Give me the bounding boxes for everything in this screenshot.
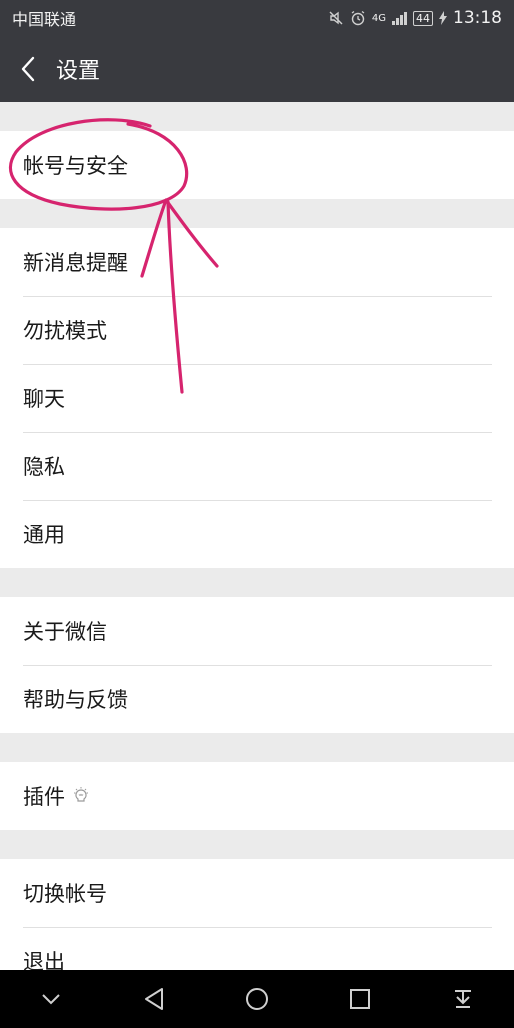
circle-home-icon bbox=[245, 988, 268, 1010]
settings-item-label: 关于微信 bbox=[23, 620, 107, 644]
settings-item-privacy[interactable]: 隐私 bbox=[0, 432, 514, 500]
settings-item-label: 新消息提醒 bbox=[23, 251, 128, 275]
section-gap bbox=[0, 199, 514, 228]
lightbulb-icon bbox=[73, 787, 89, 805]
group-general: 新消息提醒 勿扰模式 聊天 隐私 通用 bbox=[0, 228, 514, 568]
square-recents-icon bbox=[349, 989, 370, 1009]
back-button[interactable] bbox=[0, 36, 56, 102]
recents-button[interactable] bbox=[336, 975, 384, 1023]
settings-item-label: 插件 bbox=[23, 785, 65, 809]
alarm-icon bbox=[350, 10, 366, 26]
settings-item-label: 隐私 bbox=[23, 455, 65, 479]
signal-icon bbox=[392, 11, 407, 25]
chevron-left-icon bbox=[21, 56, 35, 82]
pull-down-icon bbox=[454, 990, 471, 1008]
settings-list: 帐号与安全 新消息提醒 勿扰模式 聊天 隐私 通用 关于微信 帮助与反馈 插件 bbox=[0, 102, 514, 995]
settings-item-chat[interactable]: 聊天 bbox=[0, 364, 514, 432]
battery-level: 44 bbox=[413, 10, 433, 26]
notification-pull-button[interactable] bbox=[439, 975, 487, 1023]
section-gap bbox=[0, 568, 514, 597]
section-gap bbox=[0, 733, 514, 762]
settings-item-general[interactable]: 通用 bbox=[0, 500, 514, 568]
triangle-back-icon bbox=[145, 988, 164, 1010]
mute-icon bbox=[328, 10, 344, 26]
clock: 13:18 bbox=[453, 8, 502, 28]
status-bar: 中国联通 4G 44 13:18 bbox=[0, 0, 514, 36]
chevron-down-icon bbox=[42, 994, 61, 1005]
system-nav-bar bbox=[0, 970, 514, 1028]
settings-item-do-not-disturb[interactable]: 勿扰模式 bbox=[0, 296, 514, 364]
system-back-button[interactable] bbox=[130, 975, 178, 1023]
group-account: 帐号与安全 bbox=[0, 131, 514, 199]
settings-item-label: 帮助与反馈 bbox=[23, 688, 128, 712]
settings-item-plugins[interactable]: 插件 bbox=[0, 762, 514, 830]
hide-nav-button[interactable] bbox=[27, 975, 75, 1023]
nav-bar: 设置 bbox=[0, 36, 514, 102]
settings-item-notifications[interactable]: 新消息提醒 bbox=[0, 228, 514, 296]
settings-item-account-security[interactable]: 帐号与安全 bbox=[0, 131, 514, 199]
settings-item-label: 通用 bbox=[23, 523, 65, 547]
settings-item-help-feedback[interactable]: 帮助与反馈 bbox=[0, 665, 514, 733]
network-type: 4G bbox=[371, 12, 386, 24]
home-button[interactable] bbox=[233, 975, 281, 1023]
settings-item-label: 聊天 bbox=[23, 387, 65, 411]
charging-icon bbox=[439, 11, 447, 25]
carrier-name: 中国联通 bbox=[12, 10, 77, 29]
section-gap bbox=[0, 830, 514, 859]
status-icons: 4G 44 13:18 bbox=[328, 8, 502, 28]
group-plugins: 插件 bbox=[0, 762, 514, 830]
section-gap bbox=[0, 102, 514, 131]
settings-item-label: 勿扰模式 bbox=[23, 319, 107, 343]
settings-item-label: 帐号与安全 bbox=[23, 154, 128, 178]
settings-item-label: 切换帐号 bbox=[23, 882, 107, 906]
page-title: 设置 bbox=[56, 59, 101, 84]
settings-item-switch-account[interactable]: 切换帐号 bbox=[0, 859, 514, 927]
group-about: 关于微信 帮助与反馈 bbox=[0, 597, 514, 733]
settings-item-about[interactable]: 关于微信 bbox=[0, 597, 514, 665]
